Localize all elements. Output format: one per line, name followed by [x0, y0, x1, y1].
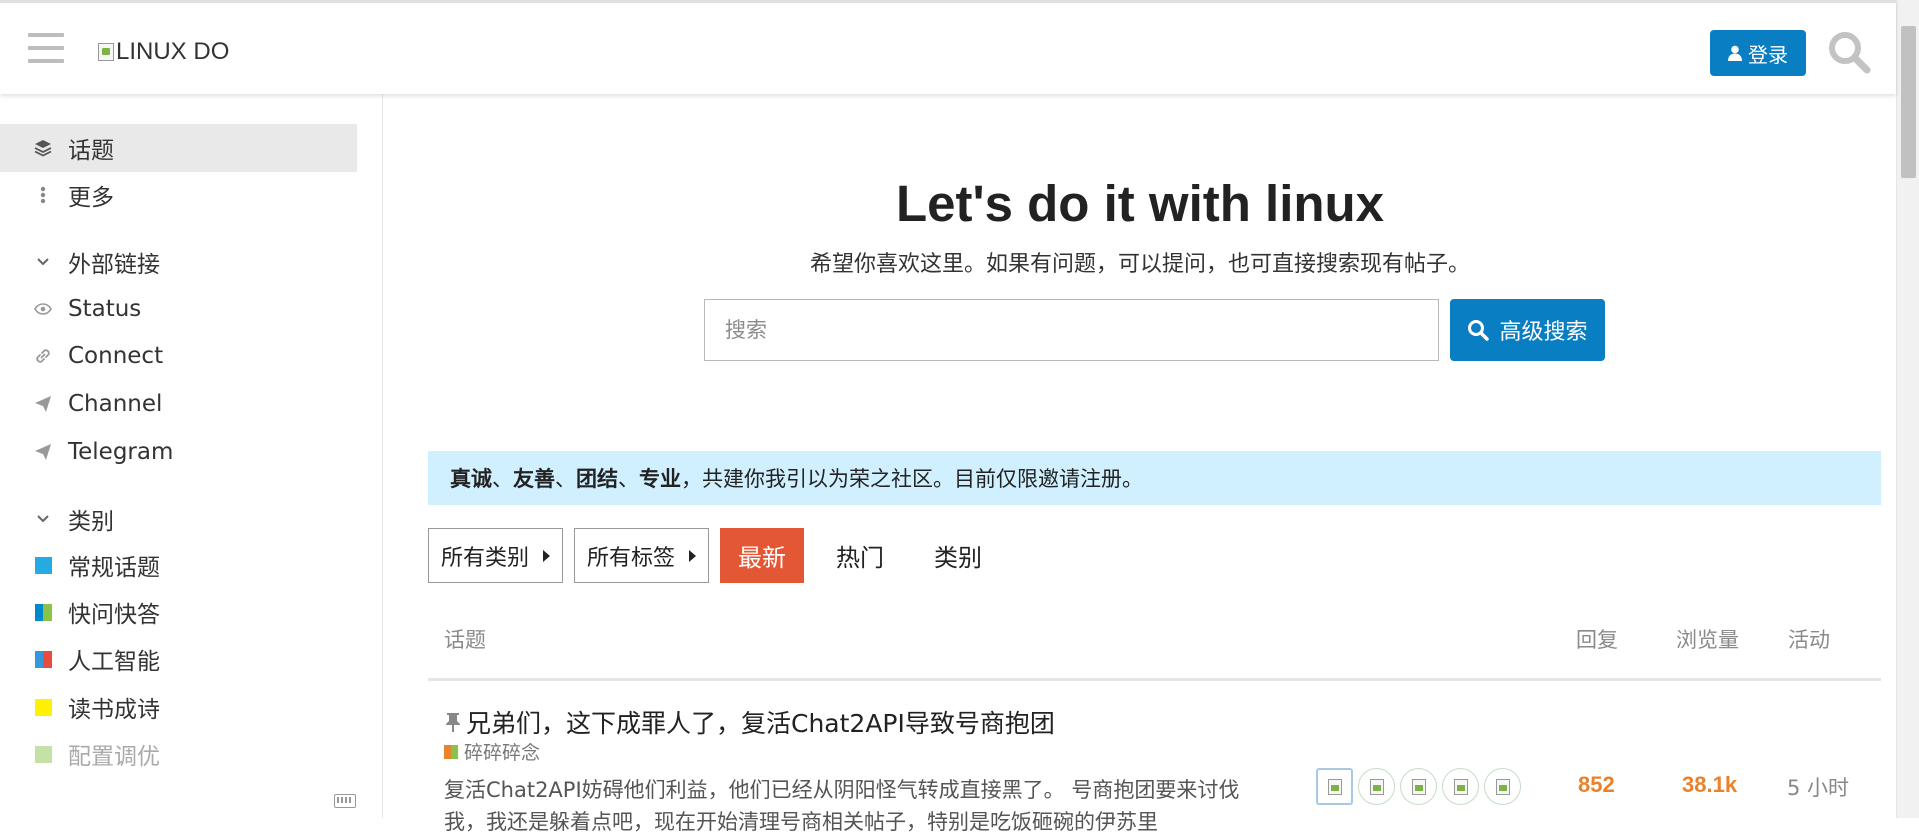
tag-dropdown[interactable]: 所有标签 — [574, 528, 710, 583]
category-color-badge — [34, 650, 52, 668]
dropdown-label: 所有标签 — [587, 545, 676, 571]
sidebar-category-label: 配置调优 — [68, 744, 160, 770]
category-dropdown[interactable]: 所有类别 — [428, 528, 564, 583]
dropdown-label: 所有类别 — [441, 545, 530, 571]
avatar[interactable] — [1358, 768, 1395, 805]
eye-icon — [34, 300, 52, 318]
broken-image-icon — [98, 43, 114, 61]
scrollbar-thumb[interactable] — [1901, 26, 1916, 178]
avatar[interactable] — [1316, 768, 1353, 805]
sidebar-link-telegram[interactable]: Telegram — [0, 428, 357, 476]
sidebar-link-label: Channel — [68, 391, 163, 417]
banner-text: ，共建你我引以为荣之社区。目前仅限邀请注册。 — [681, 467, 1143, 491]
topic-view-count: 38.1k — [1682, 772, 1738, 797]
banner-word: 真诚 — [450, 467, 492, 491]
topic-navigation: 所有类别 所有标签 最新 热门 类别 — [428, 528, 1014, 583]
column-header-replies[interactable]: 回复 — [1576, 624, 1618, 654]
search-icon — [1468, 320, 1490, 341]
welcome-banner: 真诚、友善、团结、专业 ，共建你我引以为荣之社区。目前仅限邀请注册。 — [428, 451, 1881, 505]
topic-activity-time[interactable]: 5 小时 — [1787, 772, 1849, 802]
category-color-badge — [444, 744, 458, 759]
page-scrollbar[interactable] — [1896, 0, 1919, 818]
sidebar-link-status[interactable]: Status — [0, 285, 357, 333]
hamburger-menu-icon[interactable] — [28, 33, 64, 63]
caret-right-icon — [689, 549, 697, 562]
chevron-down-icon — [34, 510, 52, 528]
topic-reply-count[interactable]: 852 — [1578, 772, 1615, 798]
banner-word: 友善 — [513, 467, 555, 491]
category-color-badge — [34, 603, 52, 621]
sidebar-category-quick-qa[interactable]: 快问快答 — [0, 588, 357, 636]
topic-category-badge[interactable]: 碎碎碎念 — [444, 738, 540, 765]
sidebar-category-label: 人工智能 — [68, 649, 160, 675]
logo-alt-text: LINUX DO — [116, 38, 230, 65]
topic-title-link[interactable]: 兄弟们，这下成罪人了，复活Chat2API导致号商抱团 — [444, 704, 1055, 740]
sidebar-category-general[interactable]: 常规话题 — [0, 541, 357, 589]
tab-hot[interactable]: 热门 — [818, 528, 902, 583]
avatar[interactable] — [1400, 768, 1437, 805]
topic-excerpt: 复活Chat2API妨碍他们利益，他们已经从阴阳怪气转成直接黑了。 号商抱团要来… — [444, 778, 1240, 834]
user-icon — [1728, 45, 1742, 61]
banner-separator: 、 — [618, 467, 639, 491]
banner-word: 专业 — [639, 467, 681, 491]
sidebar: 话题 更多 外部链接 Status Connect Channel Telegr… — [0, 94, 383, 818]
sidebar-link-connect[interactable]: Connect — [0, 332, 357, 380]
login-button[interactable]: 登录 — [1710, 30, 1806, 76]
banner-separator: 、 — [555, 467, 576, 491]
sidebar-item-more[interactable]: 更多 — [0, 171, 357, 219]
topic-category-label: 碎碎碎念 — [464, 742, 541, 764]
column-header-views[interactable]: 浏览量 — [1676, 624, 1739, 654]
sidebar-category-label: 快问快答 — [68, 602, 160, 628]
sidebar-link-label: Status — [68, 296, 142, 322]
sidebar-category-config[interactable]: 配置调优 — [0, 730, 357, 778]
sidebar-link-label: Telegram — [68, 439, 174, 465]
header-divider — [428, 678, 1881, 681]
vertical-ellipsis-icon — [34, 186, 52, 204]
banner-word: 团结 — [576, 467, 618, 491]
site-logo[interactable]: LINUX DO — [98, 38, 229, 66]
sidebar-category-reading[interactable]: 读书成诗 — [0, 683, 357, 731]
layers-icon — [34, 139, 52, 157]
hero-title: Let's do it with linux — [895, 175, 1385, 232]
search-input[interactable] — [704, 299, 1439, 361]
paper-plane-icon — [34, 443, 52, 461]
topic-title: 兄弟们，这下成罪人了，复活Chat2API导致号商抱团 — [466, 709, 1055, 738]
avatar[interactable] — [1484, 768, 1521, 805]
paper-plane-icon — [34, 395, 52, 413]
tab-categories[interactable]: 类别 — [916, 528, 1000, 583]
sidebar-section-external-links[interactable]: 外部链接 — [0, 242, 160, 282]
site-header: LINUX DO 登录 — [0, 0, 1896, 94]
sidebar-category-label: 常规话题 — [68, 555, 160, 581]
sidebar-section-categories[interactable]: 类别 — [0, 499, 114, 539]
avatar[interactable] — [1442, 768, 1479, 805]
main-content: Let's do it with linux 希望你喜欢这里。如果有问题，可以提… — [384, 94, 1896, 834]
login-label: 登录 — [1748, 42, 1788, 67]
column-header-topic[interactable]: 话题 — [444, 624, 486, 654]
sidebar-link-label: Connect — [68, 343, 164, 369]
category-color-badge — [34, 698, 52, 716]
chevron-down-icon — [34, 253, 52, 271]
sidebar-category-label: 读书成诗 — [68, 697, 160, 723]
sidebar-item-label: 更多 — [68, 185, 114, 211]
hero-subtitle: 希望你喜欢这里。如果有问题，可以提问，也可直接搜索现有帖子。 — [809, 252, 1470, 277]
caret-right-icon — [543, 549, 551, 562]
pin-icon — [446, 713, 460, 732]
advanced-search-button[interactable]: 高级搜索 — [1450, 299, 1605, 361]
advanced-search-label: 高级搜索 — [1499, 320, 1588, 345]
section-heading: 外部链接 — [68, 252, 160, 278]
topic-posters — [1316, 768, 1521, 805]
banner-separator: 、 — [492, 467, 513, 491]
tab-latest[interactable]: 最新 — [720, 528, 805, 583]
sidebar-item-label: 话题 — [68, 138, 114, 164]
sidebar-item-topics[interactable]: 话题 — [0, 124, 357, 172]
column-header-activity[interactable]: 活动 — [1788, 624, 1830, 654]
search-icon[interactable] — [1826, 29, 1872, 75]
category-color-badge — [34, 745, 52, 763]
link-icon — [34, 347, 52, 365]
sidebar-category-ai[interactable]: 人工智能 — [0, 635, 357, 683]
sidebar-link-channel[interactable]: Channel — [0, 380, 357, 428]
keyboard-icon[interactable] — [334, 794, 356, 808]
section-heading: 类别 — [68, 509, 114, 535]
category-color-badge — [34, 556, 52, 574]
